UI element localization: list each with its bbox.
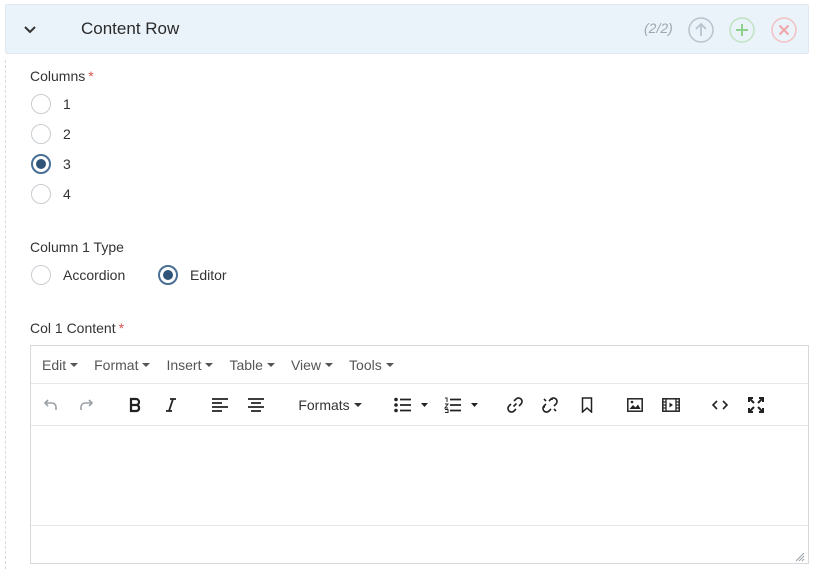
radio-label: Accordion	[63, 267, 126, 283]
image-icon[interactable]	[625, 394, 645, 416]
link-icon[interactable]	[505, 394, 525, 416]
radio-button[interactable]	[31, 124, 51, 144]
radio-label: 4	[63, 186, 71, 202]
bullet-list-icon[interactable]	[391, 394, 431, 416]
chevron-down-icon[interactable]	[20, 20, 40, 40]
radio-button-selected[interactable]	[158, 265, 178, 285]
radio-button[interactable]	[31, 184, 51, 204]
caret-down-icon	[325, 362, 334, 367]
remove-button[interactable]	[771, 17, 797, 43]
caret-down-icon	[385, 362, 394, 367]
radio-label: Editor	[190, 267, 227, 283]
menu-view[interactable]: View	[283, 357, 341, 373]
code-icon[interactable]	[710, 394, 730, 416]
bold-icon[interactable]	[125, 394, 145, 416]
move-up-button[interactable]	[688, 17, 714, 43]
resize-handle-icon[interactable]	[795, 549, 805, 562]
editor-toolbar: Formats	[31, 384, 808, 426]
column1-type-option-editor[interactable]: Editor	[158, 265, 227, 285]
menu-insert[interactable]: Insert	[158, 357, 221, 373]
section-title: Content Row	[81, 19, 180, 38]
caret-down-icon	[142, 362, 151, 367]
columns-label-text: Columns	[30, 68, 86, 84]
radio-button-selected[interactable]	[31, 154, 51, 174]
bookmark-icon[interactable]	[577, 394, 597, 416]
numbered-list-icon[interactable]	[441, 394, 481, 416]
radio-label: 2	[63, 126, 71, 142]
caret-down-icon	[70, 362, 79, 367]
menu-format[interactable]: Format	[86, 357, 158, 373]
columns-option-2[interactable]: 2	[31, 124, 71, 144]
menu-tools[interactable]: Tools	[341, 357, 402, 373]
editor-menubar: Edit Format Insert Table View Tools	[31, 346, 808, 384]
undo-icon[interactable]	[41, 394, 61, 416]
add-button[interactable]	[729, 17, 755, 43]
formats-label: Formats	[298, 397, 350, 413]
columns-option-1[interactable]: 1	[31, 94, 71, 114]
column1-type-label: Column 1 Type	[30, 239, 124, 255]
menu-label: Table	[229, 356, 263, 373]
menu-label: Format	[94, 356, 139, 373]
media-icon[interactable]	[660, 394, 682, 416]
menu-label: Insert	[166, 356, 202, 373]
redo-icon[interactable]	[76, 394, 96, 416]
fullscreen-icon[interactable]	[746, 394, 766, 416]
required-mark: *	[118, 320, 125, 336]
editor-content-area[interactable]	[31, 426, 808, 526]
menu-label: View	[290, 356, 322, 373]
column1-type-option-accordion[interactable]: Accordion	[31, 265, 125, 285]
italic-icon[interactable]	[161, 394, 181, 416]
item-counter: (2/2)	[644, 20, 673, 36]
unlink-icon[interactable]	[540, 394, 560, 416]
close-icon	[771, 17, 797, 43]
rich-text-editor: Edit Format Insert Table View Tools Form…	[30, 345, 809, 564]
arrow-up-icon	[688, 17, 714, 43]
radio-label: 3	[63, 156, 71, 172]
radio-button[interactable]	[31, 265, 51, 285]
formats-dropdown[interactable]: Formats	[295, 394, 365, 416]
col1-content-label-text: Col 1 Content	[30, 320, 116, 336]
caret-down-icon	[205, 362, 214, 367]
content-row-header: Content Row (2/2)	[5, 4, 809, 54]
caret-down-icon	[266, 362, 275, 367]
align-left-icon[interactable]	[210, 394, 230, 416]
align-center-icon[interactable]	[246, 394, 266, 416]
caret-down-icon	[353, 403, 362, 407]
columns-option-3[interactable]: 3	[31, 154, 71, 174]
columns-label: Columns *	[30, 68, 94, 84]
plus-icon	[729, 17, 755, 43]
radio-button[interactable]	[31, 94, 51, 114]
radio-label: 1	[63, 96, 71, 112]
menu-edit[interactable]: Edit	[34, 357, 86, 373]
columns-option-4[interactable]: 4	[31, 184, 71, 204]
menu-table[interactable]: Table	[221, 357, 282, 373]
menu-label: Tools	[349, 356, 382, 373]
col1-content-label: Col 1 Content *	[30, 320, 124, 336]
required-mark: *	[88, 68, 94, 84]
menu-label: Edit	[42, 356, 67, 373]
editor-statusbar	[31, 526, 808, 562]
